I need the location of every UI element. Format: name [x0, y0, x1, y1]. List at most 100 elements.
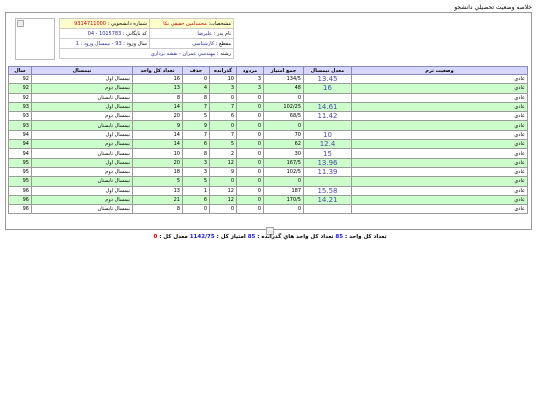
table-row: عادي 16 48 3 3 4 13 نيمسال دوم 92 [8, 83, 528, 94]
cell-status: عادي [351, 120, 528, 131]
major-label: رشته : [216, 50, 231, 57]
table-row: عادي 0 0 0 8 8 نيمسال تابستان 92 [8, 92, 528, 103]
cell-dropped: 3 [182, 166, 210, 178]
cell-term-avg: 11.42 [303, 111, 352, 122]
cell-points: 0 [263, 204, 304, 215]
cell-term: نيمسال دوم [31, 139, 133, 150]
cell-dropped: 7 [182, 101, 210, 113]
cell-status: عادي [351, 101, 528, 113]
cell-term-avg: 15 [303, 148, 352, 159]
cell-year: 94 [8, 148, 32, 159]
table-row: عادي 15 30 0 2 8 10 نيمسال تابستان 94 [8, 148, 528, 159]
table-row: عادي 12.4 62 0 5 6 14 نيمسال دوم 94 [8, 139, 528, 150]
cell-year: 92 [8, 92, 32, 103]
cell-term: نيمسال تابستان [31, 92, 133, 103]
cell-points: 134/5 [263, 73, 304, 85]
cell-failed: 3 [236, 73, 264, 85]
cell-points: 187 [263, 185, 304, 196]
file-code: 1015783 - 04 [87, 30, 122, 37]
cell-points: 68/5 [263, 111, 304, 122]
degree-label: مقطع : [215, 40, 231, 47]
cell-term: نيمسال تابستان [31, 204, 133, 215]
cell-passed: 10 [209, 73, 237, 85]
total-units-value: 85 [335, 234, 344, 240]
cell-failed: 0 [236, 185, 264, 196]
table-row: عادي 13.45 134/5 3 10 0 16 نيمسال اول 92 [8, 73, 528, 85]
cell-year: 94 [8, 129, 32, 141]
cell-term: نيمسال دوم [31, 166, 133, 178]
major: مهندسي عمران - نقشه برداري [150, 50, 216, 57]
cell-points: 102/25 [263, 101, 304, 113]
cell-dropped: 5 [182, 111, 210, 122]
cell-year: 95 [8, 176, 32, 187]
cell-term: نيمسال اول [31, 185, 133, 196]
terms-table-body: عادي 13.45 134/5 3 10 0 16 نيمسال اول 92 عادي 16 48… [8, 73, 528, 215]
cell-term-avg: 13.45 [303, 73, 352, 85]
cell-term-avg: 14.61 [303, 101, 352, 113]
cell-passed: 12 [209, 157, 237, 168]
table-row: عادي 14.21 170/5 0 12 6 21 نيمسال دوم 96 [8, 194, 528, 206]
col-header-total-units: تعداد كل واحد [132, 66, 183, 75]
cell-dropped: 8 [182, 148, 210, 159]
table-row: عادي 0 0 0 9 9 نيمسال تابستان 93 [8, 120, 528, 131]
cell-passed: 0 [209, 204, 237, 215]
col-header-passed: گذرانده [209, 66, 237, 75]
cell-total-units: 21 [132, 194, 183, 206]
cell-term-avg [303, 120, 352, 131]
total-points-label: امتياز كل : [216, 234, 246, 240]
cell-year: 96 [8, 194, 32, 206]
cell-points: 167/5 [263, 157, 304, 168]
cell-term: نيمسال تابستان [31, 148, 133, 159]
cell-status: عادي [351, 139, 528, 150]
cell-total-units: 14 [132, 139, 183, 150]
cell-passed: 6 [209, 111, 237, 122]
cell-failed: 0 [236, 129, 264, 141]
col-header-status: وضعيت ترم [351, 66, 528, 75]
cell-points: 0 [263, 92, 304, 103]
degree-cell: مقطع : كارشناسي [148, 38, 235, 49]
cell-term-avg: 13.96 [303, 157, 352, 168]
cell-failed: 0 [236, 194, 264, 206]
summary-line: تعداد كل واحد : 85 تعداد كل واحد هاي گذر… [0, 234, 540, 240]
cell-year: 96 [8, 204, 32, 215]
cell-total-units: 8 [132, 92, 183, 103]
cell-failed: 0 [236, 92, 264, 103]
cell-year: 94 [8, 139, 32, 150]
cell-total-units: 16 [132, 73, 183, 85]
cell-points: 0 [263, 176, 304, 187]
cell-year: 92 [8, 83, 32, 94]
cell-total-units: 20 [132, 111, 183, 122]
cell-term-avg: 14.21 [303, 194, 352, 206]
table-row: عادي 11.42 68/5 0 6 5 20 نيمسال دوم 93 [8, 111, 528, 122]
cell-failed: 0 [236, 139, 264, 150]
cell-total-units: 14 [132, 129, 183, 141]
cell-term: نيمسال دوم [31, 194, 133, 206]
cell-points: 170/5 [263, 194, 304, 206]
cell-year: 95 [8, 166, 32, 178]
file-code-label: كد بايگاني : [122, 30, 147, 37]
cell-dropped: 7 [182, 129, 210, 141]
cell-term-avg: 15.58 [303, 185, 352, 196]
cell-year: 92 [8, 73, 32, 85]
entry-year-label: سال ورود : [123, 40, 147, 47]
cell-passed: 0 [209, 92, 237, 103]
cell-failed: 3 [236, 83, 264, 94]
gpa-value: 0 [153, 234, 158, 240]
table-row: عادي 11.39 102/5 0 9 3 18 نيمسال دوم 95 [8, 166, 528, 178]
cell-term-avg: 10 [303, 129, 352, 141]
cell-term: نيمسال اول [31, 101, 133, 113]
degree: كارشناسي [192, 40, 215, 47]
cell-points: 30 [263, 148, 304, 159]
cell-dropped: 4 [182, 83, 210, 94]
cell-passed: 9 [209, 166, 237, 178]
major-cell: رشته : مهندسي عمران - نقشه برداري [59, 48, 234, 59]
cell-dropped: 0 [182, 204, 210, 215]
cell-year: 95 [8, 157, 32, 168]
student-name-label: مشخصات: [208, 20, 231, 27]
cell-year: 93 [8, 111, 32, 122]
table-row: عادي 13.96 167/5 0 12 3 20 نيمسال اول 95 [8, 157, 528, 168]
cell-dropped: 9 [182, 120, 210, 131]
cell-failed: 0 [236, 176, 264, 187]
cell-status: عادي [351, 194, 528, 206]
cell-status: عادي [351, 111, 528, 122]
